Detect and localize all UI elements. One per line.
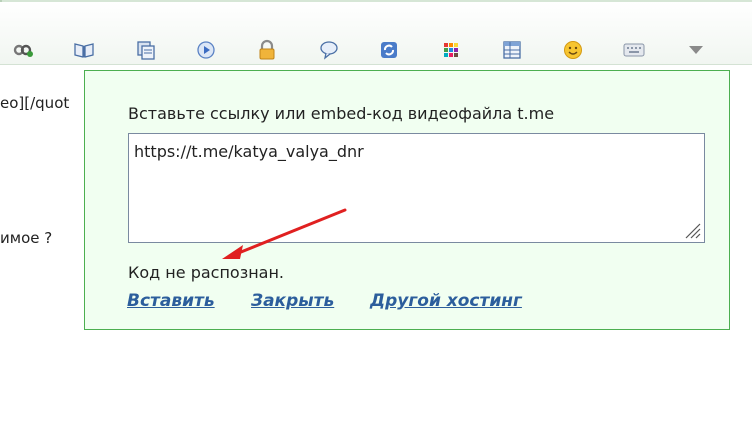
comment-icon[interactable] xyxy=(317,38,341,62)
status-message: Код не распознан. xyxy=(128,263,285,282)
embed-url-value: https://t.me/katya_valya_dnr xyxy=(134,142,364,161)
popup-title: Вставьте ссылку или embed-код видеофайла… xyxy=(128,104,555,123)
embed-url-input[interactable]: https://t.me/katya_valya_dnr xyxy=(128,133,705,243)
video-embed-popup: Вставьте ссылку или embed-код видеофайла… xyxy=(84,70,730,330)
link-icon[interactable] xyxy=(12,38,36,62)
editor-text-line: имое ? xyxy=(0,229,53,247)
lock-icon[interactable] xyxy=(255,38,279,62)
copy-icon[interactable] xyxy=(134,38,158,62)
editor-text-line: eo][/quot xyxy=(0,94,70,112)
table-icon[interactable] xyxy=(500,38,524,62)
book-icon[interactable] xyxy=(72,38,96,62)
other-hosting-link[interactable]: Другой хостинг xyxy=(370,291,522,311)
dropdown-arrow-icon[interactable] xyxy=(684,38,708,62)
resize-grip-icon[interactable] xyxy=(682,220,702,240)
grid-icon[interactable] xyxy=(439,38,463,62)
insert-link[interactable]: Вставить xyxy=(127,291,215,311)
close-link[interactable]: Закрыть xyxy=(251,291,334,311)
smiley-icon[interactable] xyxy=(561,38,585,62)
refresh-icon[interactable] xyxy=(377,38,401,62)
editor-toolbar xyxy=(0,2,752,65)
play-icon[interactable] xyxy=(194,38,218,62)
keyboard-icon[interactable] xyxy=(622,38,646,62)
